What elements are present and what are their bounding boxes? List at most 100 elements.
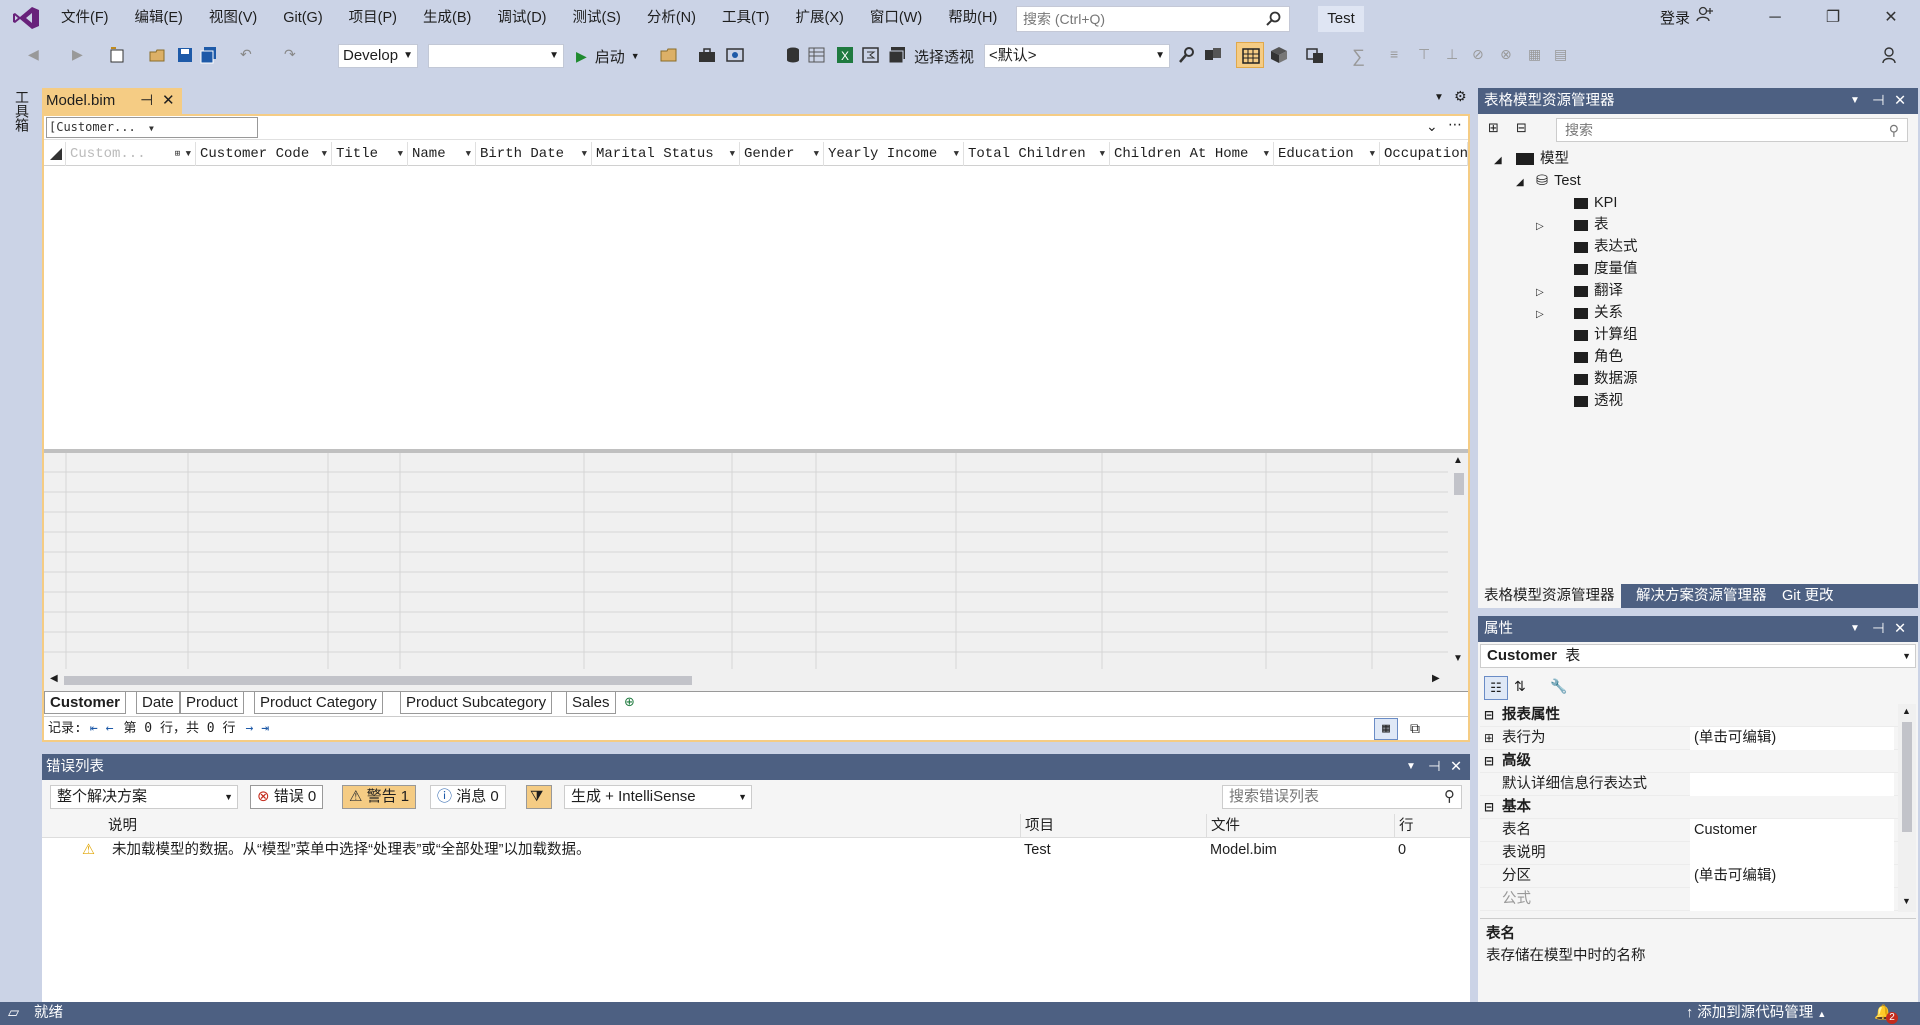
- error-list-row[interactable]: ⚠ 未加载模型的数据。从“模型”菜单中选择“处理表”或“全部处理”以加载数据。 …: [42, 838, 1470, 862]
- grid-view-toggle-icon[interactable]: ▦: [1374, 718, 1398, 740]
- first-record-icon[interactable]: ⇤: [90, 717, 98, 741]
- clear-filter-icon[interactable]: ⊗: [1500, 46, 1518, 64]
- panel-menu-icon[interactable]: ▼: [1850, 88, 1860, 114]
- tab-tabular-explorer[interactable]: 表格模型资源管理器: [1478, 584, 1621, 608]
- property-row[interactable]: 默认详细信息行表达式: [1480, 773, 1898, 796]
- errors-filter-button[interactable]: ⊗ 错误 0: [250, 785, 324, 809]
- collapse-box-icon[interactable]: ⊟: [1484, 704, 1494, 727]
- collapse-box-icon[interactable]: ⊟: [1484, 750, 1494, 773]
- next-record-icon[interactable]: →: [245, 717, 253, 741]
- column-header-file[interactable]: 文件: [1206, 814, 1240, 838]
- tree-node[interactable]: 计算组: [1536, 324, 1638, 346]
- property-value[interactable]: [1690, 888, 1894, 911]
- tab-overflow-icon[interactable]: ▼: [1434, 92, 1444, 103]
- property-category[interactable]: ⊟ 高级: [1480, 750, 1898, 773]
- close-icon[interactable]: ✕: [1894, 616, 1906, 642]
- align-icon[interactable]: ⊤: [1418, 46, 1436, 64]
- tree-node[interactable]: 角色: [1536, 346, 1623, 368]
- property-value[interactable]: [1690, 842, 1894, 865]
- tree-node[interactable]: ▷ 关系: [1536, 302, 1623, 326]
- vertical-scrollbar[interactable]: ▲ ▼: [1448, 453, 1468, 669]
- scroll-down-icon[interactable]: ▼: [1453, 653, 1463, 664]
- column-selector-combo[interactable]: [Customer... ▼: [46, 117, 258, 138]
- folder-icon[interactable]: [660, 46, 678, 64]
- column-header[interactable]: Total Children ▼: [964, 142, 1110, 166]
- new-project-icon[interactable]: [108, 46, 126, 64]
- filter-toggle-icon[interactable]: ⧩: [526, 785, 552, 809]
- warnings-filter-button[interactable]: ⚠ 警告 1: [342, 785, 417, 809]
- minimize-icon[interactable]: ─: [1746, 0, 1804, 38]
- sheet-tab-product-category[interactable]: Product Category: [254, 692, 383, 714]
- menu-help[interactable]: 帮助(H): [935, 0, 1010, 36]
- hide-icon[interactable]: ▦: [1528, 46, 1546, 64]
- sheet-tab-customer[interactable]: Customer: [44, 692, 127, 714]
- expand-triangle-icon[interactable]: ▷: [1536, 282, 1548, 304]
- scroll-thumb[interactable]: [1454, 473, 1464, 495]
- toolbox-icon[interactable]: [698, 46, 716, 64]
- data-source-icon[interactable]: [726, 46, 744, 64]
- platform-combo[interactable]: ▼: [428, 44, 564, 68]
- toolbox-tab[interactable]: 工具箱: [10, 90, 32, 132]
- more-icon[interactable]: ⋯: [1448, 116, 1462, 133]
- properties-scrollbar[interactable]: ▲ ▼: [1898, 704, 1916, 912]
- property-object-combo[interactable]: Customer 表 ▼: [1480, 644, 1916, 668]
- menu-edit[interactable]: 编辑(E): [122, 0, 196, 36]
- collapse-box-icon[interactable]: ⊟: [1484, 796, 1494, 819]
- diagram-mode-icon[interactable]: [1270, 46, 1288, 64]
- property-value[interactable]: (单击可编辑): [1690, 865, 1894, 888]
- property-row[interactable]: 分区 (单击可编辑): [1480, 865, 1898, 888]
- menu-analyze[interactable]: 分析(N): [634, 0, 709, 36]
- calculate-icon[interactable]: [1306, 46, 1324, 64]
- column-header[interactable]: Customer Code ▼: [196, 142, 332, 166]
- find-icon[interactable]: [1178, 46, 1196, 64]
- filter-dropdown-icon[interactable]: ▼: [814, 142, 819, 166]
- column-header-project[interactable]: 项目: [1020, 814, 1054, 838]
- menu-file[interactable]: 文件(F): [48, 0, 122, 36]
- scroll-up-icon[interactable]: ▲: [1453, 455, 1463, 466]
- grid-view-icon[interactable]: [888, 46, 906, 64]
- property-value[interactable]: Customer: [1690, 819, 1894, 842]
- expand-formula-icon[interactable]: ⌄: [1426, 118, 1438, 135]
- filter-dropdown-icon[interactable]: ▼: [322, 142, 327, 166]
- property-value[interactable]: [1690, 773, 1894, 796]
- menu-test[interactable]: 测试(S): [560, 0, 634, 36]
- feedback-icon[interactable]: [1880, 46, 1898, 64]
- filter-dropdown-icon[interactable]: ▼: [398, 142, 403, 166]
- scroll-thumb[interactable]: [1902, 722, 1912, 832]
- explorer-search-input[interactable]: 搜索 ⚲: [1556, 118, 1908, 142]
- error-scope-combo[interactable]: 整个解决方案 ▼: [50, 785, 238, 809]
- save-icon[interactable]: [176, 46, 194, 64]
- expand-triangle-icon[interactable]: ▷: [1536, 304, 1548, 326]
- tab-solution-explorer[interactable]: 解决方案资源管理器: [1630, 584, 1773, 608]
- column-header[interactable]: Custom... ⊞ ▼: [66, 142, 196, 166]
- source-control-button[interactable]: ↑ 添加到源代码管理 ▲: [1686, 1002, 1826, 1025]
- collapse-all-icon[interactable]: ⊟: [1516, 120, 1527, 136]
- column-header[interactable]: Children At Home ▼: [1110, 142, 1274, 166]
- filter-clear-icon[interactable]: ⊘: [1472, 46, 1490, 64]
- column-header[interactable]: Occupation: [1380, 142, 1468, 166]
- tree-node[interactable]: 透视: [1536, 390, 1623, 412]
- perspective-combo[interactable]: <默认> ▼: [984, 44, 1170, 68]
- tree-node[interactable]: 表达式: [1536, 236, 1638, 258]
- sheet-tab-product[interactable]: Product: [180, 692, 244, 714]
- filter-dropdown-icon[interactable]: ▼: [466, 142, 471, 166]
- restore-icon[interactable]: ❐: [1804, 0, 1862, 38]
- column-header[interactable]: Yearly Income ▼: [824, 142, 964, 166]
- property-category[interactable]: ⊟ 基本: [1480, 796, 1898, 819]
- close-icon[interactable]: ✕: [1894, 88, 1906, 114]
- layout-icon[interactable]: ▤: [1554, 46, 1572, 64]
- scroll-thumb[interactable]: [64, 676, 692, 685]
- column-header-description[interactable]: 说明: [104, 814, 137, 838]
- connect-icon[interactable]: [1204, 46, 1222, 64]
- tree-node[interactable]: KPI: [1536, 192, 1617, 214]
- panel-menu-icon[interactable]: ▼: [1850, 616, 1860, 642]
- sheet-tab-product-subcategory[interactable]: Product Subcategory: [400, 692, 553, 714]
- messages-filter-button[interactable]: ⓘ 消息 0: [430, 785, 506, 809]
- alphabetical-sort-icon[interactable]: ⇅: [1514, 678, 1526, 695]
- table-icon[interactable]: [808, 46, 826, 64]
- categorized-view-icon[interactable]: ☷: [1484, 676, 1508, 700]
- format-icon[interactable]: ⊥: [1446, 46, 1464, 64]
- filter-dropdown-icon[interactable]: ▼: [1264, 142, 1269, 166]
- filter-dropdown-icon[interactable]: ▼: [1100, 142, 1105, 166]
- tree-node[interactable]: 度量值: [1536, 258, 1638, 280]
